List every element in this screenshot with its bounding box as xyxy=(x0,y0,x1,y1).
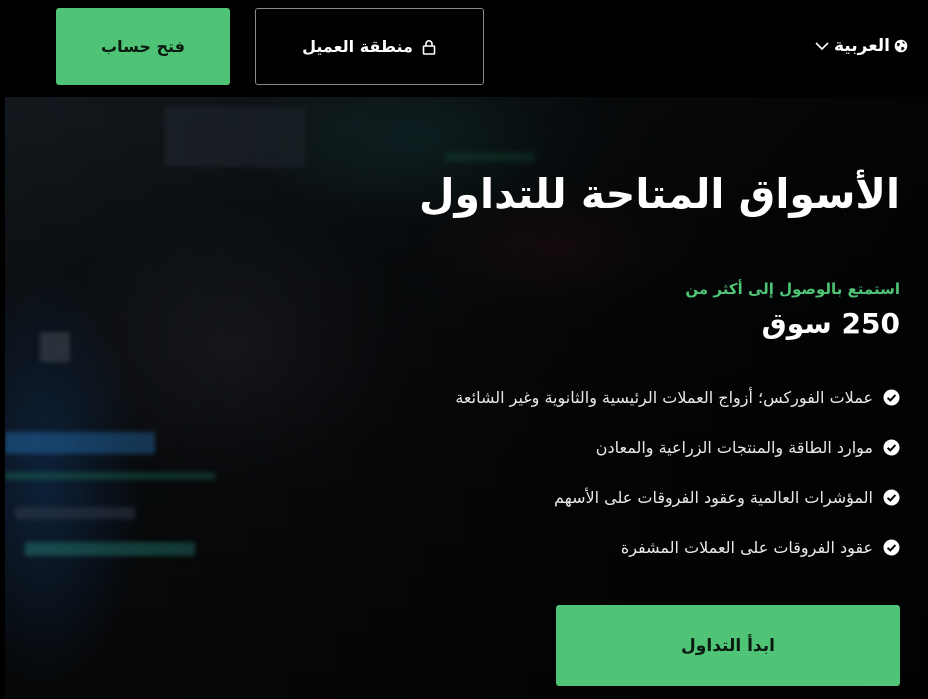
list-item-text: المؤشرات العالمية وعقود الفروقات على الأ… xyxy=(554,487,873,507)
check-circle-icon xyxy=(883,539,900,556)
client-area-label: منطقة العميل xyxy=(302,37,413,56)
check-circle-icon xyxy=(883,489,900,506)
list-item-text: عملات الفوركس؛ أزواج العملات الرئيسية وا… xyxy=(455,387,873,407)
open-account-label: فتح حساب xyxy=(100,37,185,56)
features-list: عملات الفوركس؛ أزواج العملات الرئيسية وا… xyxy=(455,372,900,572)
chevron-down-icon xyxy=(814,38,830,54)
start-trading-button[interactable]: ابدأ التداول xyxy=(556,605,900,686)
list-item-text: عقود الفروقات على العملات المشفرة xyxy=(620,537,873,557)
list-item: موارد الطاقة والمنتجات الزراعية والمعادن xyxy=(455,422,900,472)
lock-icon xyxy=(421,39,437,55)
page-title: الأسواق المتاحة للتداول xyxy=(418,170,900,218)
markets-count: 250 سوق xyxy=(761,307,900,340)
top-bar: فتح حساب منطقة العميل العربية xyxy=(0,0,928,97)
markets-subtitle: استمتع بالوصول إلى أكثر من xyxy=(685,280,900,298)
check-circle-icon xyxy=(883,389,900,406)
start-trading-label: ابدأ التداول xyxy=(681,635,775,656)
globe-icon xyxy=(894,39,908,53)
list-item: عقود الفروقات على العملات المشفرة xyxy=(455,522,900,572)
language-selector[interactable]: العربية xyxy=(814,34,908,58)
check-circle-icon xyxy=(883,439,900,456)
language-label: العربية xyxy=(833,36,890,56)
page: فتح حساب منطقة العميل العربية الأسواق ال… xyxy=(0,0,928,699)
list-item: عملات الفوركس؛ أزواج العملات الرئيسية وا… xyxy=(455,372,900,422)
open-account-button[interactable]: فتح حساب xyxy=(56,8,230,85)
list-item: المؤشرات العالمية وعقود الفروقات على الأ… xyxy=(455,472,900,522)
list-item-text: موارد الطاقة والمنتجات الزراعية والمعادن xyxy=(595,437,873,457)
client-area-button[interactable]: منطقة العميل xyxy=(255,8,484,85)
